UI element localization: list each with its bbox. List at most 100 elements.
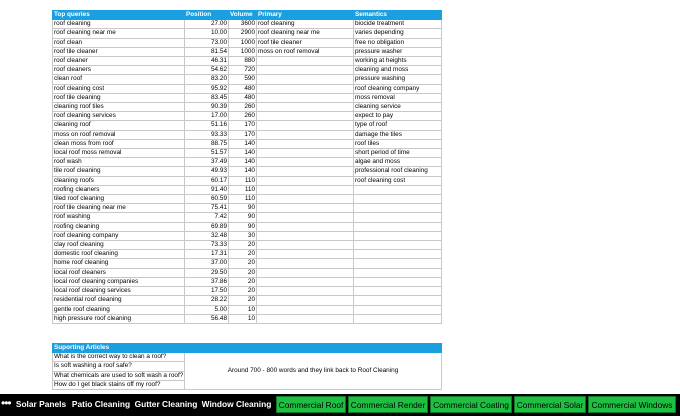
article-cell[interactable]: How do I get black stains off my roof? <box>52 379 185 391</box>
volume-cell[interactable]: 10 <box>228 313 257 324</box>
primary-cell[interactable]: roof tile cleaner <box>256 37 354 48</box>
query-cell[interactable]: clay roof cleaning <box>52 240 185 251</box>
query-cell[interactable]: roof clean <box>52 37 185 48</box>
position-cell[interactable]: 73.33 <box>184 240 229 251</box>
header-position-cell[interactable]: Position <box>184 9 229 21</box>
volume-cell[interactable]: 480 <box>228 92 257 104</box>
query-cell[interactable]: roof washing <box>52 212 185 223</box>
volume-cell[interactable]: 140 <box>228 166 257 177</box>
query-cell[interactable]: roof tile cleaner <box>52 46 185 58</box>
primary-cell[interactable]: roof cleaning <box>256 19 354 30</box>
semantics-cell[interactable] <box>353 286 442 297</box>
position-cell[interactable]: 60.17 <box>184 175 229 186</box>
primary-cell[interactable] <box>256 276 354 288</box>
position-cell[interactable]: 7.42 <box>184 212 229 223</box>
volume-cell[interactable]: 110 <box>228 184 257 196</box>
semantics-cell[interactable]: free no obligation <box>353 37 442 48</box>
query-cell[interactable]: high pressure roof cleaning <box>52 313 185 324</box>
query-cell[interactable]: roof cleaning company <box>52 230 185 242</box>
sheet-tab-commercial-solar[interactable]: Commercial Solar <box>514 396 586 413</box>
semantics-cell[interactable]: cleaning and moss <box>353 65 442 76</box>
semantics-cell[interactable] <box>353 221 442 232</box>
primary-cell[interactable] <box>256 286 354 297</box>
semantics-cell[interactable]: biocide treatment <box>353 19 442 30</box>
position-cell[interactable]: 17.50 <box>184 286 229 297</box>
query-cell[interactable]: home roof cleaning <box>52 258 185 269</box>
semantics-cell[interactable] <box>353 267 442 278</box>
query-cell[interactable]: residential roof cleaning <box>52 295 185 306</box>
semantics-cell[interactable]: professional roof cleaning <box>353 166 442 177</box>
primary-cell[interactable] <box>256 295 354 306</box>
primary-cell[interactable] <box>256 120 354 131</box>
position-cell[interactable]: 93.33 <box>184 129 229 140</box>
position-cell[interactable]: 69.89 <box>184 221 229 232</box>
article-cell[interactable]: Is soft washing a roof safe? <box>52 361 185 372</box>
primary-cell[interactable] <box>256 240 354 251</box>
primary-cell[interactable] <box>256 138 354 150</box>
articles-header-blank-cell[interactable] <box>184 342 442 354</box>
position-cell[interactable]: 75.41 <box>184 203 229 214</box>
position-cell[interactable]: 95.92 <box>184 83 229 94</box>
position-cell[interactable]: 88.75 <box>184 138 229 150</box>
semantics-cell[interactable]: working at heights <box>353 56 442 67</box>
query-cell[interactable]: roof cleaner <box>52 56 185 67</box>
primary-cell[interactable] <box>256 203 354 214</box>
primary-cell[interactable] <box>256 313 354 324</box>
semantics-cell[interactable] <box>353 295 442 306</box>
volume-cell[interactable]: 90 <box>228 212 257 223</box>
query-cell[interactable]: roof cleaning services <box>52 111 185 122</box>
volume-cell[interactable]: 880 <box>228 56 257 67</box>
primary-cell[interactable] <box>256 304 354 315</box>
sheet-tab-gutter-cleaning[interactable]: Gutter Cleaning <box>133 396 199 413</box>
query-cell[interactable]: domestic roof cleaning <box>52 249 185 260</box>
primary-cell[interactable] <box>256 83 354 94</box>
query-cell[interactable]: tiled roof cleaning <box>52 194 185 205</box>
primary-cell[interactable]: roof cleaning near me <box>256 28 354 39</box>
query-cell[interactable]: roofing cleaners <box>52 184 185 196</box>
semantics-cell[interactable]: roof cleaning cost <box>353 175 442 186</box>
volume-cell[interactable]: 720 <box>228 65 257 76</box>
semantics-cell[interactable]: varies depending <box>353 28 442 39</box>
position-cell[interactable]: 54.62 <box>184 65 229 76</box>
semantics-cell[interactable] <box>353 212 442 223</box>
volume-cell[interactable]: 2900 <box>228 28 257 39</box>
semantics-cell[interactable]: pressure washer <box>353 46 442 58</box>
articles-header-cell[interactable]: Suporting Articles <box>52 342 185 354</box>
query-cell[interactable]: roof cleaners <box>52 65 185 76</box>
query-cell[interactable]: tile roof cleaning <box>52 166 185 177</box>
semantics-cell[interactable]: roof cleaning company <box>353 83 442 94</box>
sheet-tab-commercial-render[interactable]: Commercial Render <box>348 396 428 413</box>
volume-cell[interactable]: 20 <box>228 295 257 306</box>
query-cell[interactable]: local roof cleaning services <box>52 286 185 297</box>
position-cell[interactable]: 17.00 <box>184 111 229 122</box>
volume-cell[interactable]: 3600 <box>228 19 257 30</box>
volume-cell[interactable]: 1000 <box>228 46 257 58</box>
query-cell[interactable]: local roof moss removal <box>52 148 185 159</box>
primary-cell[interactable] <box>256 102 354 113</box>
position-cell[interactable]: 91.40 <box>184 184 229 196</box>
primary-cell[interactable]: moss on roof removal <box>256 46 354 58</box>
primary-cell[interactable] <box>256 230 354 242</box>
query-cell[interactable]: roof wash <box>52 157 185 168</box>
query-cell[interactable]: roof tile cleaning near me <box>52 203 185 214</box>
more-sheets-icon[interactable]: ••• <box>1 396 12 410</box>
query-cell[interactable]: cleaning roof <box>52 120 185 131</box>
spreadsheet-area[interactable]: Top queries Position Volume Primary Semantic… <box>0 0 680 394</box>
query-cell[interactable]: roof cleaning cost <box>52 83 185 94</box>
volume-cell[interactable]: 90 <box>228 221 257 232</box>
semantics-cell[interactable] <box>353 194 442 205</box>
position-cell[interactable]: 49.93 <box>184 166 229 177</box>
semantics-cell[interactable]: pressure washing <box>353 74 442 85</box>
primary-cell[interactable] <box>256 194 354 205</box>
volume-cell[interactable]: 260 <box>228 102 257 113</box>
sheet-tab-commercial-windows[interactable]: Commercial Windows <box>588 396 676 413</box>
primary-cell[interactable] <box>256 74 354 85</box>
semantics-cell[interactable]: expect to pay <box>353 111 442 122</box>
position-cell[interactable]: 83.20 <box>184 74 229 85</box>
primary-cell[interactable] <box>256 148 354 159</box>
semantics-cell[interactable] <box>353 249 442 260</box>
query-cell[interactable]: cleaning roof tiles <box>52 102 185 113</box>
position-cell[interactable]: 73.00 <box>184 37 229 48</box>
query-cell[interactable]: local roof cleaners <box>52 267 185 278</box>
semantics-cell[interactable]: short period of time <box>353 148 442 159</box>
